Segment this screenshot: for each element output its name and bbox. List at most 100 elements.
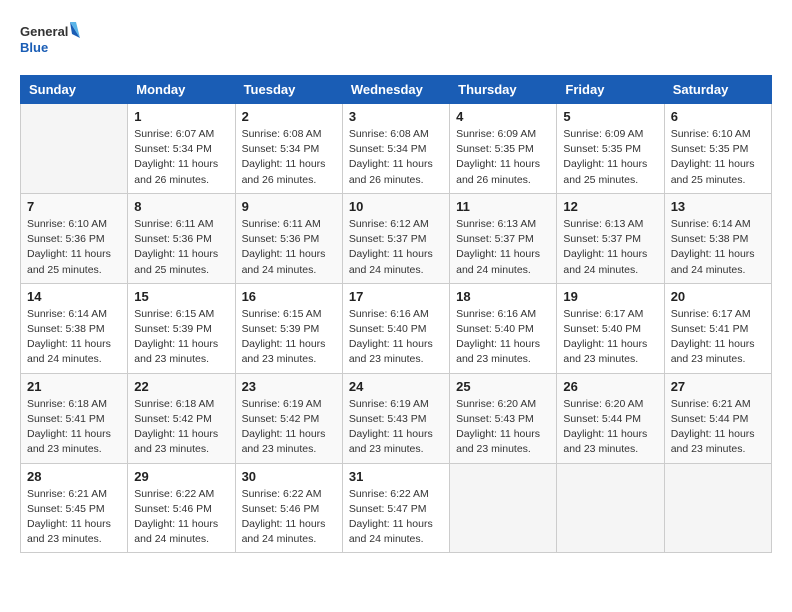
day-number: 1 (134, 109, 228, 124)
day-number: 22 (134, 379, 228, 394)
day-number: 17 (349, 289, 443, 304)
day-info: Sunrise: 6:11 AMSunset: 5:36 PMDaylight:… (242, 217, 336, 278)
calendar-week-row: 14 Sunrise: 6:14 AMSunset: 5:38 PMDayligh… (21, 283, 772, 373)
day-number: 13 (671, 199, 765, 214)
calendar-cell: 9 Sunrise: 6:11 AMSunset: 5:36 PMDaylight… (235, 193, 342, 283)
calendar-cell: 1 Sunrise: 6:07 AMSunset: 5:34 PMDaylight… (128, 104, 235, 194)
day-number: 11 (456, 199, 550, 214)
day-info: Sunrise: 6:22 AMSunset: 5:46 PMDaylight:… (242, 487, 336, 548)
day-number: 23 (242, 379, 336, 394)
day-info: Sunrise: 6:14 AMSunset: 5:38 PMDaylight:… (27, 307, 121, 368)
page-header: General Blue (20, 20, 772, 65)
calendar-cell: 4 Sunrise: 6:09 AMSunset: 5:35 PMDaylight… (450, 104, 557, 194)
day-info: Sunrise: 6:19 AMSunset: 5:42 PMDaylight:… (242, 397, 336, 458)
calendar-cell: 16 Sunrise: 6:15 AMSunset: 5:39 PMDayligh… (235, 283, 342, 373)
calendar-day-header: Tuesday (235, 76, 342, 104)
calendar-cell: 5Sunrise: 6:09 AMSunset: 5:35 PMDaylight… (557, 104, 664, 194)
calendar-cell (557, 463, 664, 553)
calendar-cell: 7Sunrise: 6:10 AMSunset: 5:36 PMDaylight… (21, 193, 128, 283)
calendar-cell: 21Sunrise: 6:18 AMSunset: 5:41 PMDayligh… (21, 373, 128, 463)
calendar-table: SundayMondayTuesdayWednesdayThursdayFrid… (20, 75, 772, 553)
calendar-cell (450, 463, 557, 553)
day-number: 12 (563, 199, 657, 214)
day-number: 28 (27, 469, 121, 484)
day-info: Sunrise: 6:18 AMSunset: 5:42 PMDaylight:… (134, 397, 228, 458)
day-info: Sunrise: 6:17 AMSunset: 5:40 PMDaylight:… (563, 307, 657, 368)
calendar-cell: 8 Sunrise: 6:11 AMSunset: 5:36 PMDaylight… (128, 193, 235, 283)
day-info: Sunrise: 6:16 AMSunset: 5:40 PMDaylight:… (456, 307, 550, 368)
day-info: Sunrise: 6:21 AMSunset: 5:44 PMDaylight:… (671, 397, 765, 458)
calendar-cell: 13Sunrise: 6:14 AMSunset: 5:38 PMDayligh… (664, 193, 771, 283)
calendar-day-header: Wednesday (342, 76, 449, 104)
calendar-cell: 22 Sunrise: 6:18 AMSunset: 5:42 PMDayligh… (128, 373, 235, 463)
svg-text:Blue: Blue (20, 40, 48, 55)
calendar-cell: 31 Sunrise: 6:22 AMSunset: 5:47 PMDayligh… (342, 463, 449, 553)
calendar-day-header: Monday (128, 76, 235, 104)
calendar-cell: 26 Sunrise: 6:20 AMSunset: 5:44 PMDayligh… (557, 373, 664, 463)
logo-svg: General Blue (20, 20, 80, 65)
day-info: Sunrise: 6:20 AMSunset: 5:44 PMDaylight:… (563, 397, 657, 458)
calendar-cell (664, 463, 771, 553)
calendar-cell: 11 Sunrise: 6:13 AMSunset: 5:37 PMDayligh… (450, 193, 557, 283)
calendar-cell: 28 Sunrise: 6:21 AMSunset: 5:45 PMDayligh… (21, 463, 128, 553)
day-number: 4 (456, 109, 550, 124)
calendar-cell: 19 Sunrise: 6:17 AMSunset: 5:40 PMDayligh… (557, 283, 664, 373)
day-number: 2 (242, 109, 336, 124)
day-info: Sunrise: 6:13 AMSunset: 5:37 PMDaylight:… (456, 217, 550, 278)
day-number: 25 (456, 379, 550, 394)
day-info: Sunrise: 6:07 AMSunset: 5:34 PMDaylight:… (134, 127, 228, 188)
calendar-week-row: 1 Sunrise: 6:07 AMSunset: 5:34 PMDaylight… (21, 104, 772, 194)
calendar-week-row: 21Sunrise: 6:18 AMSunset: 5:41 PMDayligh… (21, 373, 772, 463)
day-info: Sunrise: 6:15 AMSunset: 5:39 PMDaylight:… (134, 307, 228, 368)
day-number: 30 (242, 469, 336, 484)
calendar-cell: 12 Sunrise: 6:13 AMSunset: 5:37 PMDayligh… (557, 193, 664, 283)
day-number: 7 (27, 199, 121, 214)
calendar-day-header: Friday (557, 76, 664, 104)
day-info: Sunrise: 6:21 AMSunset: 5:45 PMDaylight:… (27, 487, 121, 548)
calendar-cell: 3 Sunrise: 6:08 AMSunset: 5:34 PMDaylight… (342, 104, 449, 194)
day-info: Sunrise: 6:22 AMSunset: 5:47 PMDaylight:… (349, 487, 443, 548)
logo: General Blue (20, 20, 80, 65)
day-number: 18 (456, 289, 550, 304)
calendar-cell: 15Sunrise: 6:15 AMSunset: 5:39 PMDayligh… (128, 283, 235, 373)
day-info: Sunrise: 6:09 AMSunset: 5:35 PMDaylight:… (456, 127, 550, 188)
calendar-week-row: 7Sunrise: 6:10 AMSunset: 5:36 PMDaylight… (21, 193, 772, 283)
day-number: 26 (563, 379, 657, 394)
calendar-cell: 23 Sunrise: 6:19 AMSunset: 5:42 PMDayligh… (235, 373, 342, 463)
day-info: Sunrise: 6:08 AMSunset: 5:34 PMDaylight:… (349, 127, 443, 188)
day-number: 8 (134, 199, 228, 214)
calendar-day-header: Thursday (450, 76, 557, 104)
day-info: Sunrise: 6:17 AMSunset: 5:41 PMDaylight:… (671, 307, 765, 368)
day-number: 27 (671, 379, 765, 394)
day-info: Sunrise: 6:12 AMSunset: 5:37 PMDaylight:… (349, 217, 443, 278)
calendar-day-header: Sunday (21, 76, 128, 104)
day-number: 6 (671, 109, 765, 124)
day-number: 31 (349, 469, 443, 484)
day-number: 10 (349, 199, 443, 214)
calendar-cell: 18 Sunrise: 6:16 AMSunset: 5:40 PMDayligh… (450, 283, 557, 373)
calendar-cell: 6Sunrise: 6:10 AMSunset: 5:35 PMDaylight… (664, 104, 771, 194)
day-number: 24 (349, 379, 443, 394)
calendar-cell: 27 Sunrise: 6:21 AMSunset: 5:44 PMDayligh… (664, 373, 771, 463)
day-info: Sunrise: 6:08 AMSunset: 5:34 PMDaylight:… (242, 127, 336, 188)
day-info: Sunrise: 6:11 AMSunset: 5:36 PMDaylight:… (134, 217, 228, 278)
day-info: Sunrise: 6:13 AMSunset: 5:37 PMDaylight:… (563, 217, 657, 278)
day-info: Sunrise: 6:20 AMSunset: 5:43 PMDaylight:… (456, 397, 550, 458)
day-info: Sunrise: 6:22 AMSunset: 5:46 PMDaylight:… (134, 487, 228, 548)
calendar-cell: 29 Sunrise: 6:22 AMSunset: 5:46 PMDayligh… (128, 463, 235, 553)
day-number: 16 (242, 289, 336, 304)
day-info: Sunrise: 6:09 AMSunset: 5:35 PMDaylight:… (563, 127, 657, 188)
day-number: 3 (349, 109, 443, 124)
day-number: 14 (27, 289, 121, 304)
day-number: 29 (134, 469, 228, 484)
calendar-week-row: 28 Sunrise: 6:21 AMSunset: 5:45 PMDayligh… (21, 463, 772, 553)
calendar-cell: 20 Sunrise: 6:17 AMSunset: 5:41 PMDayligh… (664, 283, 771, 373)
day-info: Sunrise: 6:16 AMSunset: 5:40 PMDaylight:… (349, 307, 443, 368)
day-info: Sunrise: 6:15 AMSunset: 5:39 PMDaylight:… (242, 307, 336, 368)
day-number: 20 (671, 289, 765, 304)
calendar-cell: 24 Sunrise: 6:19 AMSunset: 5:43 PMDayligh… (342, 373, 449, 463)
day-number: 9 (242, 199, 336, 214)
day-number: 21 (27, 379, 121, 394)
day-info: Sunrise: 6:19 AMSunset: 5:43 PMDaylight:… (349, 397, 443, 458)
day-number: 19 (563, 289, 657, 304)
